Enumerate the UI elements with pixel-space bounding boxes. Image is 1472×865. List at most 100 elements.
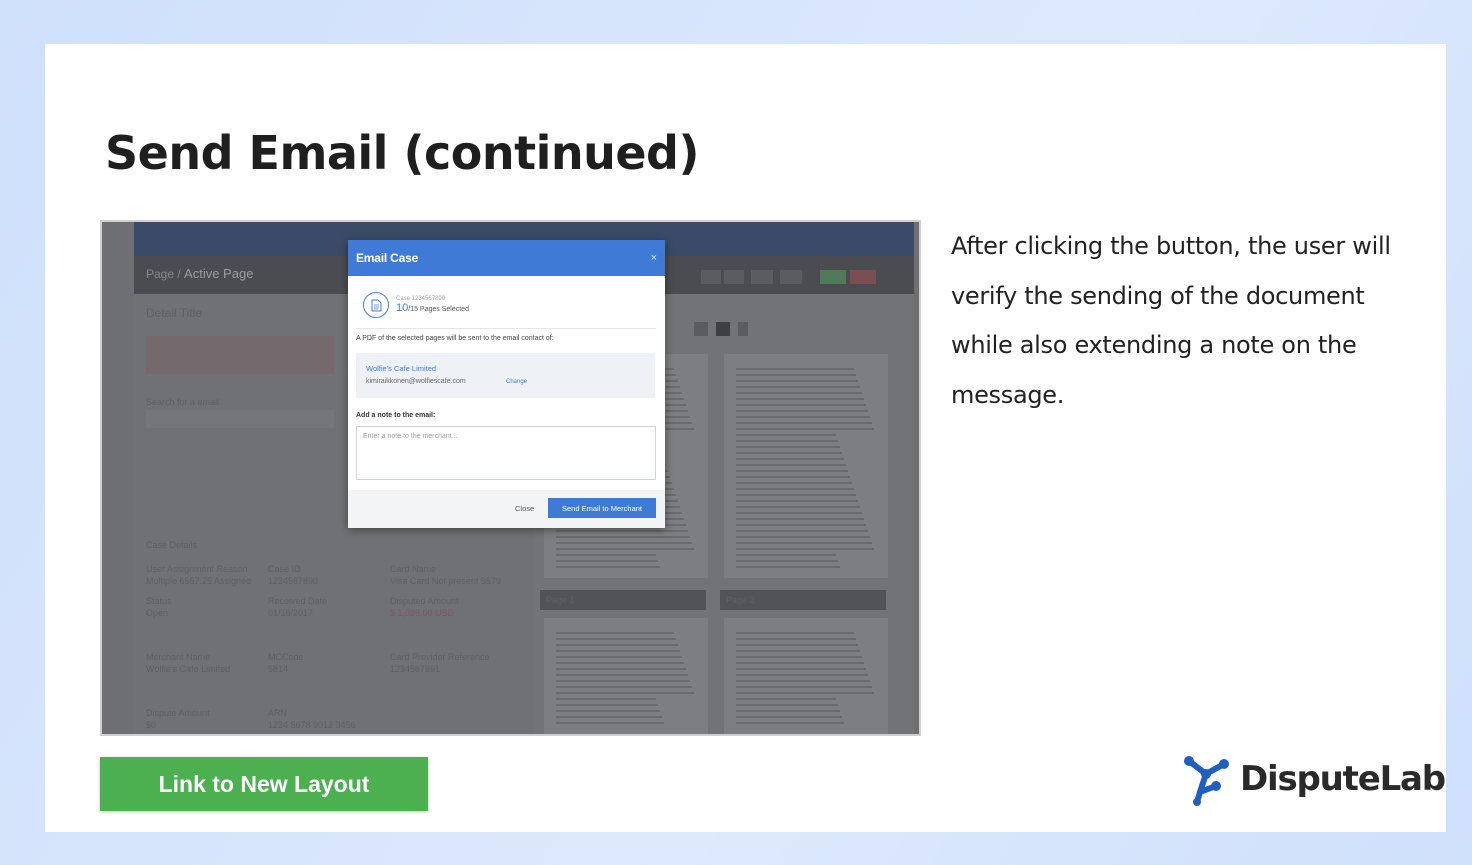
page-text-line [736, 662, 864, 664]
field-label: MCCode [268, 652, 304, 662]
page-text-line [556, 560, 658, 562]
page-text-line [556, 662, 684, 664]
page-text-line [736, 374, 856, 376]
page-text-line [736, 482, 852, 484]
page-text-line [736, 524, 866, 526]
field-label: Merchant Name [146, 652, 211, 662]
page-text-line [736, 530, 868, 532]
page-text-line [736, 542, 872, 544]
molecule-icon [1184, 756, 1229, 806]
page-text-line [556, 704, 658, 706]
disputelab-logo: DisputeLab [1180, 752, 1446, 806]
note-input[interactable] [356, 426, 656, 480]
page-text-line [556, 632, 674, 634]
page-text-line [736, 494, 856, 496]
field-label: User Assignment Reason [146, 564, 248, 574]
search-label: Search for a email [146, 397, 220, 407]
page-text-line [556, 680, 690, 682]
page-text-line [736, 404, 866, 406]
page-text-line [556, 638, 676, 640]
page-text-line [736, 704, 838, 706]
page-text-line [556, 656, 682, 658]
page-text-line [556, 710, 660, 712]
page-text-line [556, 536, 690, 538]
field-label: Card Name [390, 564, 437, 574]
toolbar-block [850, 270, 876, 284]
field-value: Visa Card Not present 5579 [390, 576, 501, 586]
field-value: Multiple 6557.25 Assigned [146, 576, 252, 586]
page-text-line [736, 428, 874, 430]
page-text-line [736, 716, 842, 718]
pdf-info-text: A PDF of the selected pages will be sent… [356, 335, 554, 342]
page-text-line [736, 638, 856, 640]
field-value: $0 [146, 720, 157, 730]
page-text-line [556, 722, 664, 724]
close-button[interactable]: Close [515, 504, 534, 513]
page-text-line [556, 644, 678, 646]
page-text-line [736, 668, 866, 670]
page-text-line [736, 710, 840, 712]
page-text-line [736, 458, 844, 460]
slide-description: After clicking the button, the user will… [951, 232, 1391, 409]
page-text-line [736, 680, 870, 682]
page-text-line [736, 488, 854, 490]
grid-view-icon [716, 322, 730, 336]
view-toggle [738, 322, 748, 336]
page-text-line [736, 440, 838, 442]
toolbar-block [820, 270, 846, 284]
page-text-line [736, 476, 850, 478]
page-bar: Page 2 [720, 590, 886, 610]
page-text-line [736, 548, 874, 550]
page-text-line [556, 668, 686, 670]
page-text-line [736, 368, 854, 370]
toolbar-block [780, 270, 802, 284]
field-value: 01/18/2017 [268, 608, 314, 618]
page-label: Page 2 [726, 595, 755, 605]
page-text-line [736, 416, 870, 418]
view-toggle [694, 322, 708, 336]
page-text-line [736, 512, 862, 514]
ui-screenshot: Page / Active Page Detail Title Search f… [100, 220, 921, 736]
modal-title: Email Case [356, 251, 419, 265]
search-field [146, 410, 334, 428]
send-email-button[interactable]: Send Email to Merchant [548, 498, 656, 518]
page-text-line [556, 542, 692, 544]
close-icon[interactable]: × [651, 252, 657, 264]
case-details-heading: Case Details [146, 540, 198, 550]
field-label: Case ID [268, 564, 301, 574]
page-text-line [556, 716, 662, 718]
document-page [544, 618, 708, 734]
document-page [724, 618, 888, 734]
page-bar: Page 1 [540, 590, 706, 610]
page-text-line [736, 644, 858, 646]
toolbar-block [701, 270, 721, 284]
page-text-line [736, 464, 846, 466]
slide: Send Email (continued) Page / Active Pag… [45, 44, 1446, 832]
change-contact-link[interactable]: Change [506, 379, 527, 385]
page-text-line [736, 392, 862, 394]
breadcrumb-active: Active Page [184, 266, 254, 281]
page-text-line [736, 698, 836, 700]
document-icon [363, 292, 389, 318]
pages-selected-count: 10 [396, 302, 409, 314]
contact-email: kimiraikkonen@wolfiescafe.com [366, 378, 466, 385]
link-to-new-layout-button[interactable]: Link to New Layout [100, 757, 428, 811]
page-text-line [556, 692, 694, 694]
page-text-line [736, 506, 860, 508]
modal-footer: Close Send Email to Merchant [348, 490, 665, 528]
field-value: 1234567890 [268, 576, 319, 586]
detail-title: Detail Title [146, 306, 203, 320]
pages-selected-suffix: /15 Pages Selected [408, 306, 469, 313]
page-text-line [736, 656, 862, 658]
modal-header: Email Case × [348, 240, 665, 276]
field-value: 5814 [268, 664, 289, 674]
page-text-line [736, 452, 842, 454]
page-text-line [556, 566, 660, 568]
note-label: Add a note to the email: [356, 412, 436, 419]
document-page [724, 354, 888, 578]
field-label: ARN [268, 708, 288, 718]
page-text-line [736, 692, 874, 694]
page-text-line [736, 686, 872, 688]
page-text-line [736, 434, 836, 436]
field-label: Status [146, 596, 172, 606]
